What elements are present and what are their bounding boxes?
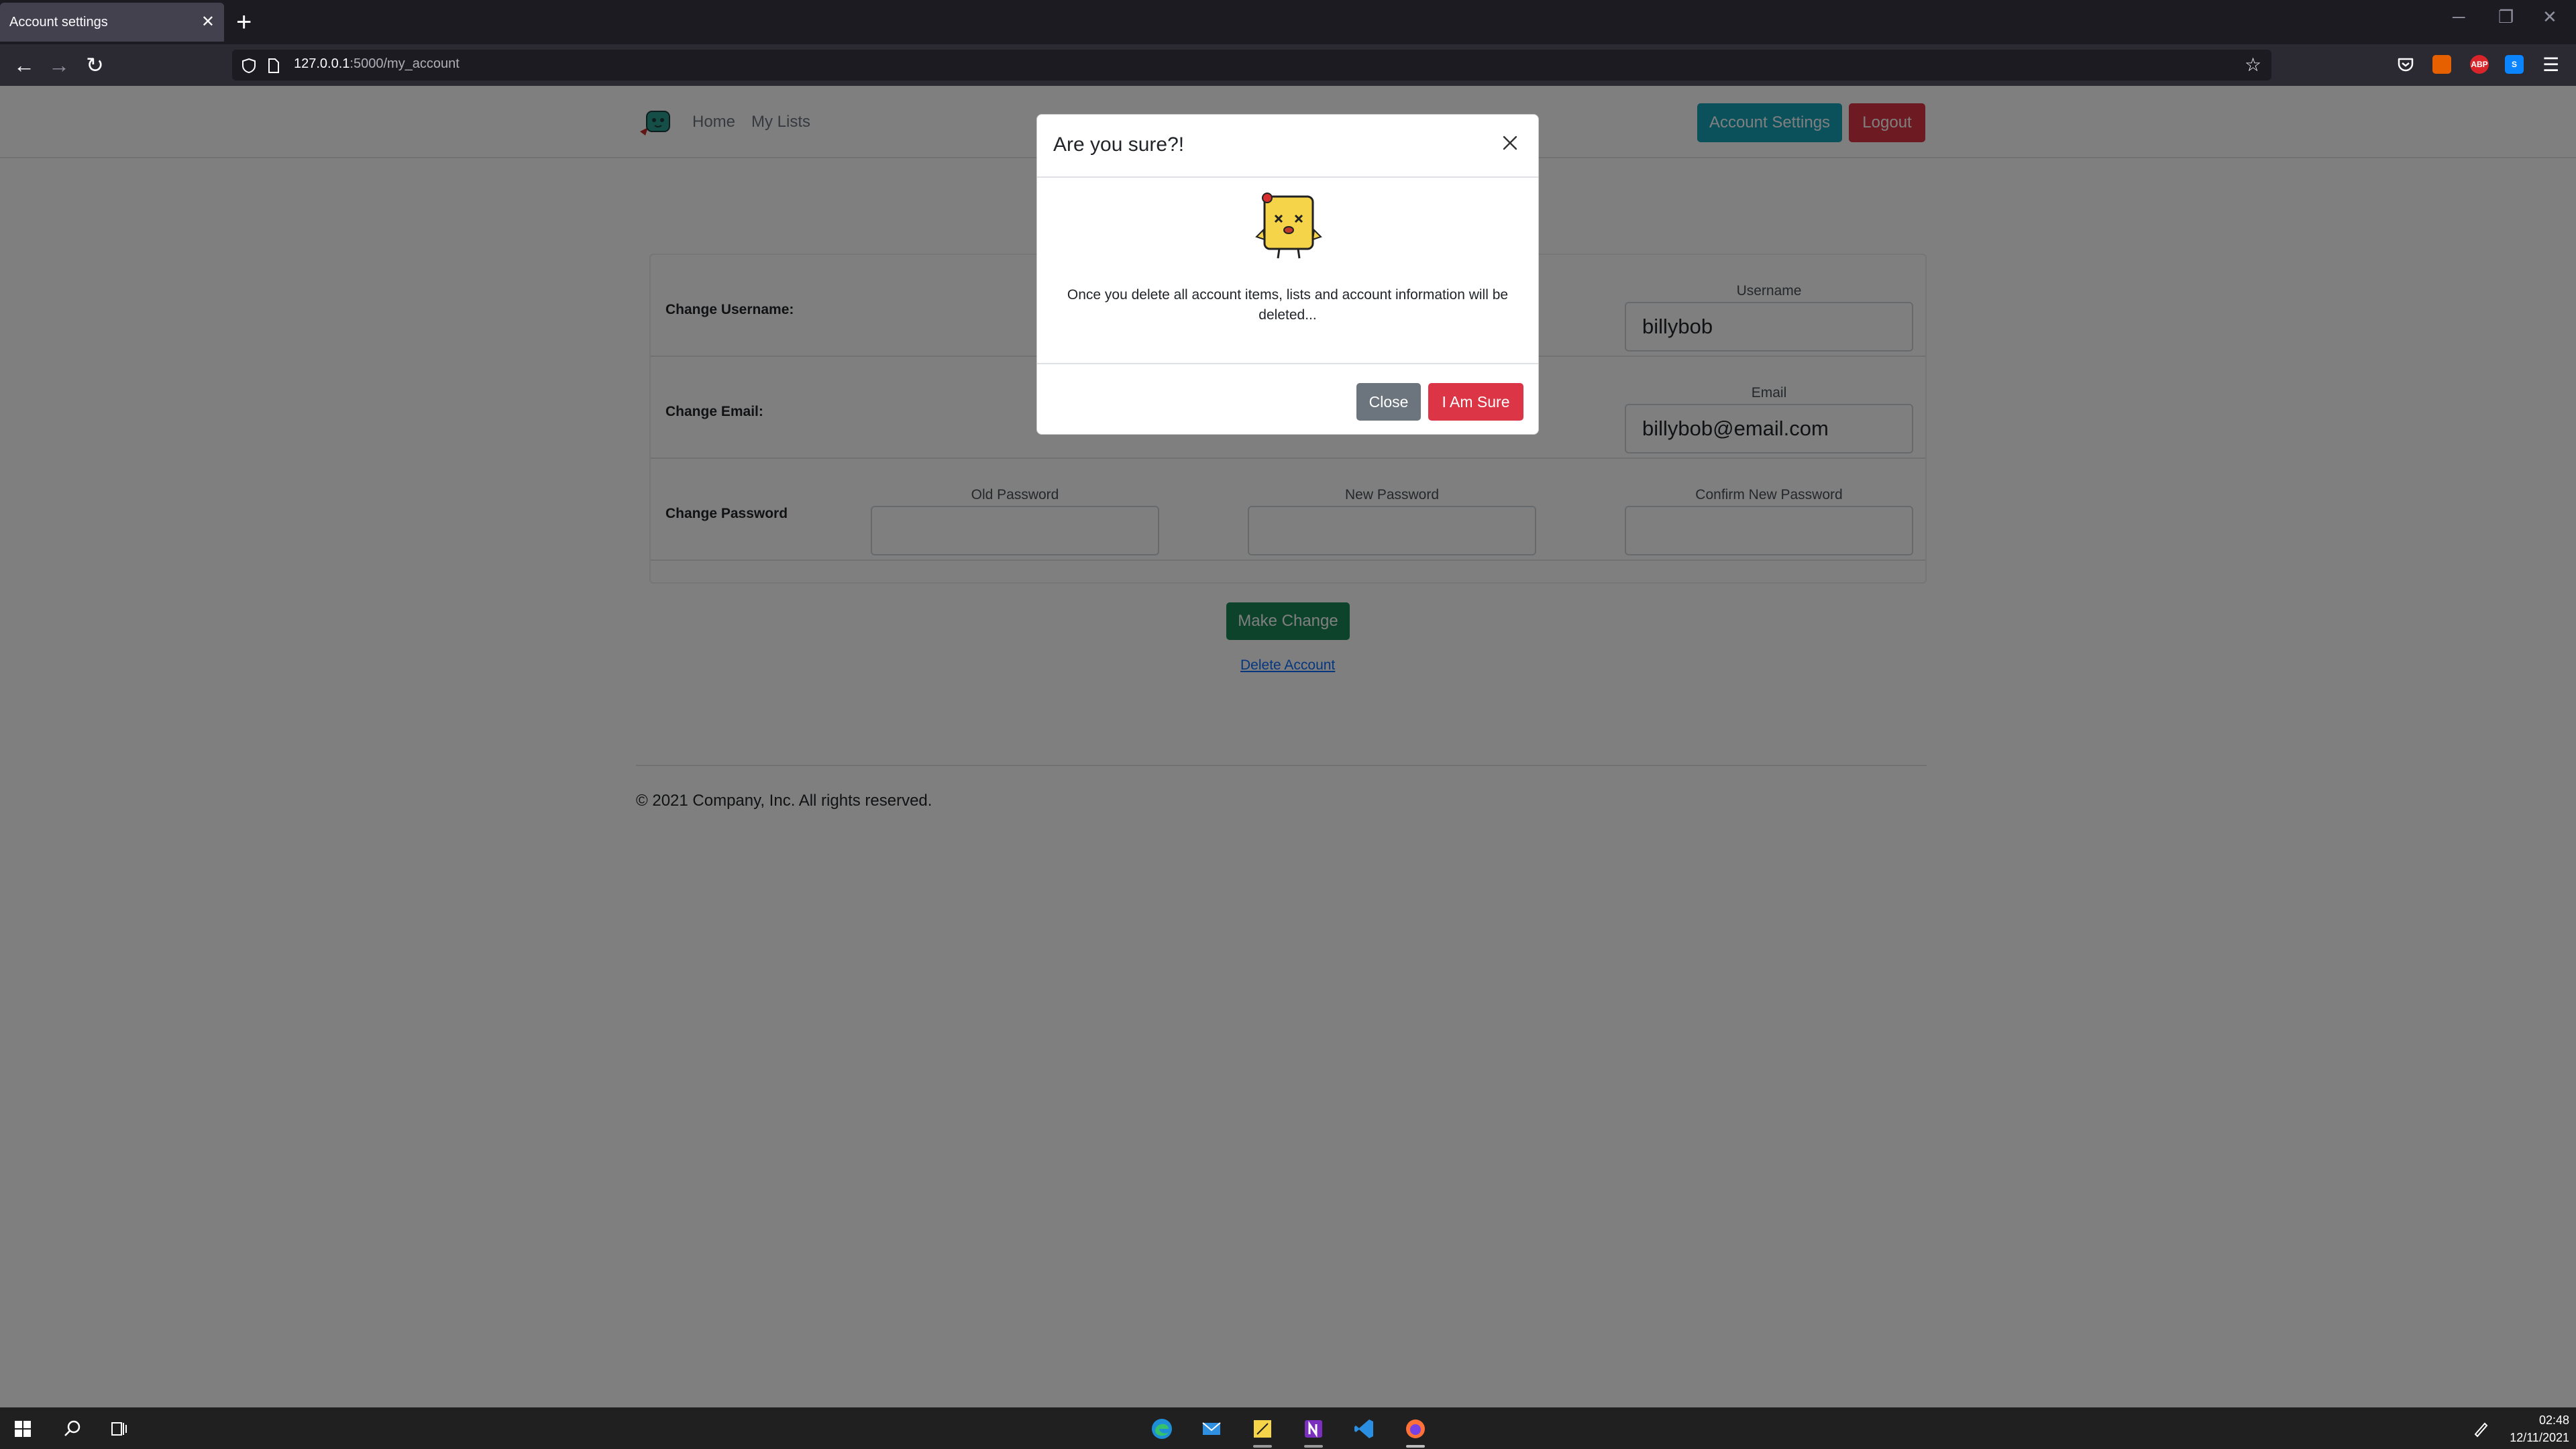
url-text[interactable]: 127.0.0.1:5000/my_account	[294, 56, 460, 72]
firefox-running-indicator	[1406, 1445, 1425, 1448]
forward-button[interactable]: →	[48, 52, 70, 78]
firefox-icon[interactable]	[1403, 1417, 1428, 1441]
mail-icon[interactable]	[1199, 1417, 1224, 1441]
confirm-delete-modal: Are you sure?! Once you delete all accou…	[1036, 114, 1539, 435]
fox-extension-icon[interactable]	[2432, 55, 2451, 74]
url-host: 127.0.0.1	[294, 56, 350, 71]
back-button[interactable]: ←	[13, 52, 35, 78]
modal-message: Once you delete all account items, lists…	[1067, 287, 1509, 323]
clock-date: 12/11/2021	[2510, 1431, 2569, 1444]
pen-icon[interactable]	[2471, 1417, 2490, 1441]
close-window-button[interactable]: ✕	[2542, 7, 2557, 28]
sticky-notes-icon[interactable]	[1250, 1417, 1275, 1441]
windows-start-icon[interactable]	[11, 1417, 35, 1441]
browser-tab[interactable]: Account settings ✕	[0, 3, 224, 42]
onenote-icon[interactable]	[1301, 1417, 1326, 1441]
url-bar[interactable]: 127.0.0.1:5000/my_account ☆	[232, 50, 2271, 80]
hamburger-menu-icon[interactable]: ☰	[2542, 52, 2559, 78]
modal-body: Once you delete all account items, lists…	[1037, 178, 1538, 364]
onenote-running-indicator	[1304, 1445, 1323, 1448]
restore-button[interactable]: ❐	[2498, 7, 2514, 28]
browser-toolbar: ← → ↻ 127.0.0.1:5000/my_account ☆ ABP S …	[0, 44, 2576, 86]
modal-title: Are you sure?!	[1053, 133, 1185, 156]
taskbar-clock[interactable]: 02:48 12/11/2021	[2510, 1411, 2569, 1446]
edge-icon[interactable]	[1150, 1417, 1174, 1441]
dead-sticky-note-mascot-icon	[1255, 193, 1322, 259]
close-icon[interactable]	[1497, 129, 1523, 156]
tab-close-icon[interactable]: ✕	[201, 3, 215, 42]
windows-taskbar: 02:48 12/11/2021	[0, 1407, 2576, 1449]
reload-button[interactable]: ↻	[86, 52, 104, 78]
tab-title: Account settings	[9, 15, 108, 30]
shield-icon[interactable]	[241, 58, 256, 74]
search-icon[interactable]	[60, 1417, 85, 1441]
sticky-notes-running-indicator	[1253, 1445, 1272, 1448]
url-path: :5000/my_account	[350, 56, 460, 71]
task-view-icon[interactable]	[107, 1417, 131, 1441]
s-extension-icon[interactable]: S	[2505, 55, 2524, 74]
vscode-icon[interactable]	[1352, 1417, 1377, 1441]
bookmark-star-icon[interactable]: ☆	[2245, 54, 2261, 76]
modal-close-button[interactable]: Close	[1356, 383, 1421, 421]
minimize-button[interactable]: ─	[2453, 7, 2465, 28]
modal-header: Are you sure?!	[1037, 115, 1538, 178]
new-tab-button[interactable]: +	[236, 7, 252, 38]
page-icon[interactable]	[267, 58, 280, 74]
pocket-icon[interactable]	[2396, 55, 2415, 74]
i-am-sure-button[interactable]: I Am Sure	[1428, 383, 1523, 421]
adblock-extension-icon[interactable]: ABP	[2470, 55, 2489, 74]
browser-tabbar: Account settings ✕ + ─ ❐ ✕	[0, 0, 2576, 44]
clock-time: 02:48	[2538, 1413, 2569, 1427]
